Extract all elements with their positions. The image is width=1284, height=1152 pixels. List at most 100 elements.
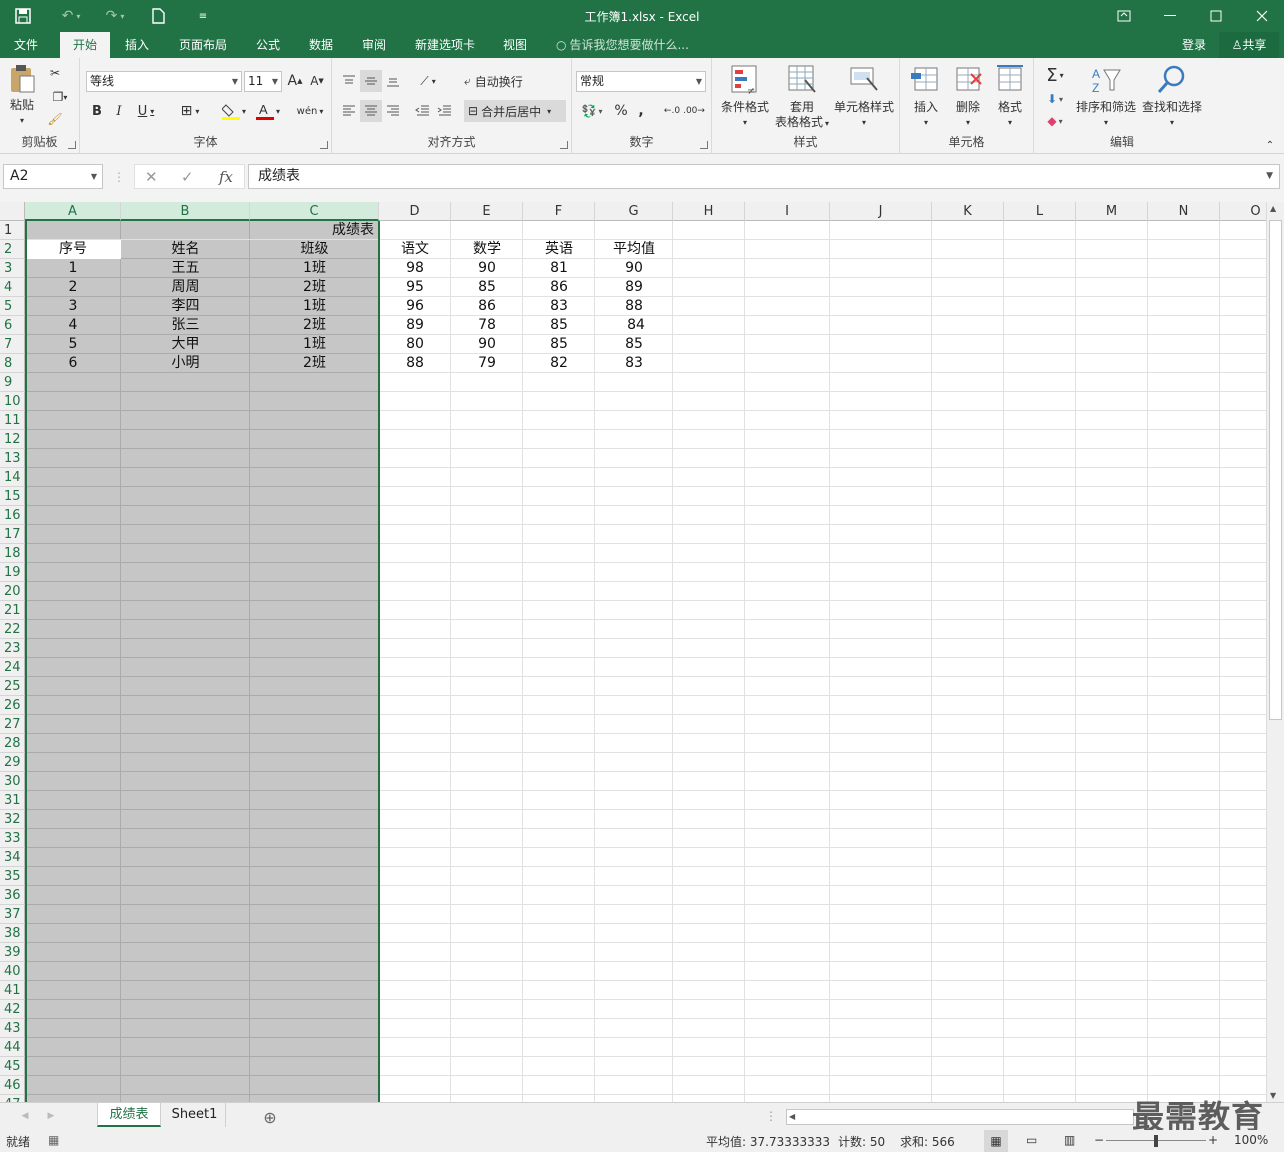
- row-header[interactable]: 22: [0, 620, 25, 639]
- row-header[interactable]: 9: [0, 373, 25, 392]
- align-top-icon[interactable]: [338, 70, 360, 92]
- zoom-level[interactable]: 100%: [1234, 1133, 1268, 1147]
- bold-icon[interactable]: B: [88, 101, 106, 121]
- column-header-n[interactable]: N: [1148, 202, 1220, 221]
- row-header[interactable]: 3: [0, 259, 25, 278]
- zoom-in-icon[interactable]: +: [1208, 1133, 1218, 1147]
- collapse-ribbon-icon[interactable]: ⌃: [1262, 138, 1278, 152]
- row-header[interactable]: 5: [0, 297, 25, 316]
- row-header[interactable]: 34: [0, 848, 25, 867]
- tab-new-tab[interactable]: 新建选项卡: [406, 32, 484, 58]
- row-header[interactable]: 39: [0, 943, 25, 962]
- format-as-table-button[interactable]: 套用 表格格式 ▾: [770, 64, 834, 131]
- row-header[interactable]: 27: [0, 715, 25, 734]
- maximize-icon[interactable]: [1193, 0, 1239, 32]
- column-header-h[interactable]: H: [673, 202, 745, 221]
- zoom-slider-thumb[interactable]: [1154, 1135, 1158, 1147]
- cancel-icon[interactable]: ✕: [145, 168, 158, 186]
- autosum-icon[interactable]: Σ ▾: [1040, 64, 1070, 86]
- row-header[interactable]: 37: [0, 905, 25, 924]
- vertical-scrollbar[interactable]: ▲ ▼: [1266, 202, 1284, 1102]
- align-left-icon[interactable]: [338, 100, 360, 122]
- clipboard-launcher-icon[interactable]: [68, 141, 76, 149]
- column-header-c[interactable]: C: [250, 202, 379, 221]
- percent-icon[interactable]: %: [612, 101, 630, 121]
- row-header[interactable]: 44: [0, 1038, 25, 1057]
- row-header[interactable]: 24: [0, 658, 25, 677]
- format-painter-icon[interactable]: 🖌: [46, 110, 64, 128]
- column-header-a[interactable]: A: [25, 202, 121, 221]
- row-header[interactable]: 15: [0, 487, 25, 506]
- row-header[interactable]: 19: [0, 563, 25, 582]
- copy-icon[interactable]: ❐ ▾: [46, 88, 74, 106]
- row-header[interactable]: 10: [0, 392, 25, 411]
- row-header[interactable]: 40: [0, 962, 25, 981]
- delete-cells-button[interactable]: 删除 ▾: [948, 64, 988, 130]
- row-header[interactable]: 28: [0, 734, 25, 753]
- row-header[interactable]: 43: [0, 1019, 25, 1038]
- data-cell[interactable]: 86: [523, 278, 595, 297]
- column-header-l[interactable]: L: [1004, 202, 1076, 221]
- data-cell[interactable]: 82: [523, 354, 595, 373]
- row-header[interactable]: 16: [0, 506, 25, 525]
- row-header[interactable]: 41: [0, 981, 25, 1000]
- data-cell[interactable]: 85: [523, 335, 595, 354]
- row-header[interactable]: 1: [0, 221, 25, 240]
- row-header[interactable]: 36: [0, 886, 25, 905]
- format-cells-button[interactable]: 格式 ▾: [990, 64, 1030, 130]
- decrease-indent-icon[interactable]: [412, 100, 434, 122]
- decrease-decimal-icon[interactable]: .00→: [683, 101, 705, 121]
- insert-function-icon[interactable]: fx: [219, 168, 233, 186]
- tab-review[interactable]: 审阅: [352, 32, 396, 58]
- align-bottom-icon[interactable]: [382, 70, 404, 92]
- font-launcher-icon[interactable]: [320, 141, 328, 149]
- wrap-text-button[interactable]: ⤶ 自动换行: [464, 70, 540, 92]
- ribbon-display-icon[interactable]: [1101, 0, 1147, 32]
- row-header[interactable]: 31: [0, 791, 25, 810]
- data-cell[interactable]: 85: [523, 316, 595, 335]
- tab-data[interactable]: 数据: [298, 32, 344, 58]
- tab-view[interactable]: 视图: [492, 32, 538, 58]
- row-header[interactable]: 32: [0, 810, 25, 829]
- tab-split-grip-icon[interactable]: ⋮: [764, 1107, 778, 1125]
- data-cell[interactable]: 80: [379, 335, 451, 354]
- normal-view-icon[interactable]: ▦: [984, 1130, 1008, 1152]
- data-cell[interactable]: 83: [523, 297, 595, 316]
- row-header[interactable]: 11: [0, 411, 25, 430]
- data-cell[interactable]: 85: [451, 278, 523, 297]
- header-cell[interactable]: 平均值: [595, 240, 673, 259]
- number-launcher-icon[interactable]: [700, 141, 708, 149]
- row-header[interactable]: 47: [0, 1095, 25, 1102]
- data-cell[interactable]: 88: [379, 354, 451, 373]
- decrease-font-icon[interactable]: A ▼: [308, 72, 326, 90]
- sheet-tab-scores[interactable]: 成绩表: [97, 1103, 161, 1127]
- data-cell[interactable]: 79: [451, 354, 523, 373]
- row-header[interactable]: 26: [0, 696, 25, 715]
- number-format-select[interactable]: 常规 ▼: [576, 71, 706, 92]
- tab-home[interactable]: 开始: [60, 32, 110, 58]
- column-header-b[interactable]: B: [121, 202, 250, 221]
- insert-cells-button[interactable]: 插入 ▾: [906, 64, 946, 130]
- data-cell[interactable]: 89: [379, 316, 451, 335]
- font-color-icon[interactable]: A ▾: [252, 101, 284, 121]
- cell-styles-button[interactable]: 单元格样式 ▾: [832, 64, 896, 130]
- clear-icon[interactable]: ◆ ▾: [1040, 110, 1070, 132]
- zoom-out-icon[interactable]: −: [1094, 1133, 1104, 1147]
- page-break-view-icon[interactable]: ▥: [1064, 1133, 1075, 1147]
- column-header-d[interactable]: D: [379, 202, 451, 221]
- orientation-icon[interactable]: ⟋ ▾: [414, 70, 442, 92]
- tell-me-search[interactable]: ○ 告诉我您想要做什么...: [556, 32, 689, 58]
- accounting-format-icon[interactable]: 💱 ▾: [576, 101, 608, 121]
- data-cell[interactable]: 86: [451, 297, 523, 316]
- row-header[interactable]: 29: [0, 753, 25, 772]
- align-center-icon[interactable]: [360, 100, 382, 122]
- row-header[interactable]: 12: [0, 430, 25, 449]
- prev-sheet-icon[interactable]: ◀: [18, 1107, 32, 1125]
- alignment-launcher-icon[interactable]: [560, 141, 568, 149]
- data-cell[interactable]: 90: [451, 335, 523, 354]
- data-cell[interactable]: 83: [595, 354, 673, 373]
- row-header[interactable]: 20: [0, 582, 25, 601]
- increase-font-icon[interactable]: A ▲: [286, 72, 304, 90]
- row-header[interactable]: 45: [0, 1057, 25, 1076]
- column-header-k[interactable]: K: [932, 202, 1004, 221]
